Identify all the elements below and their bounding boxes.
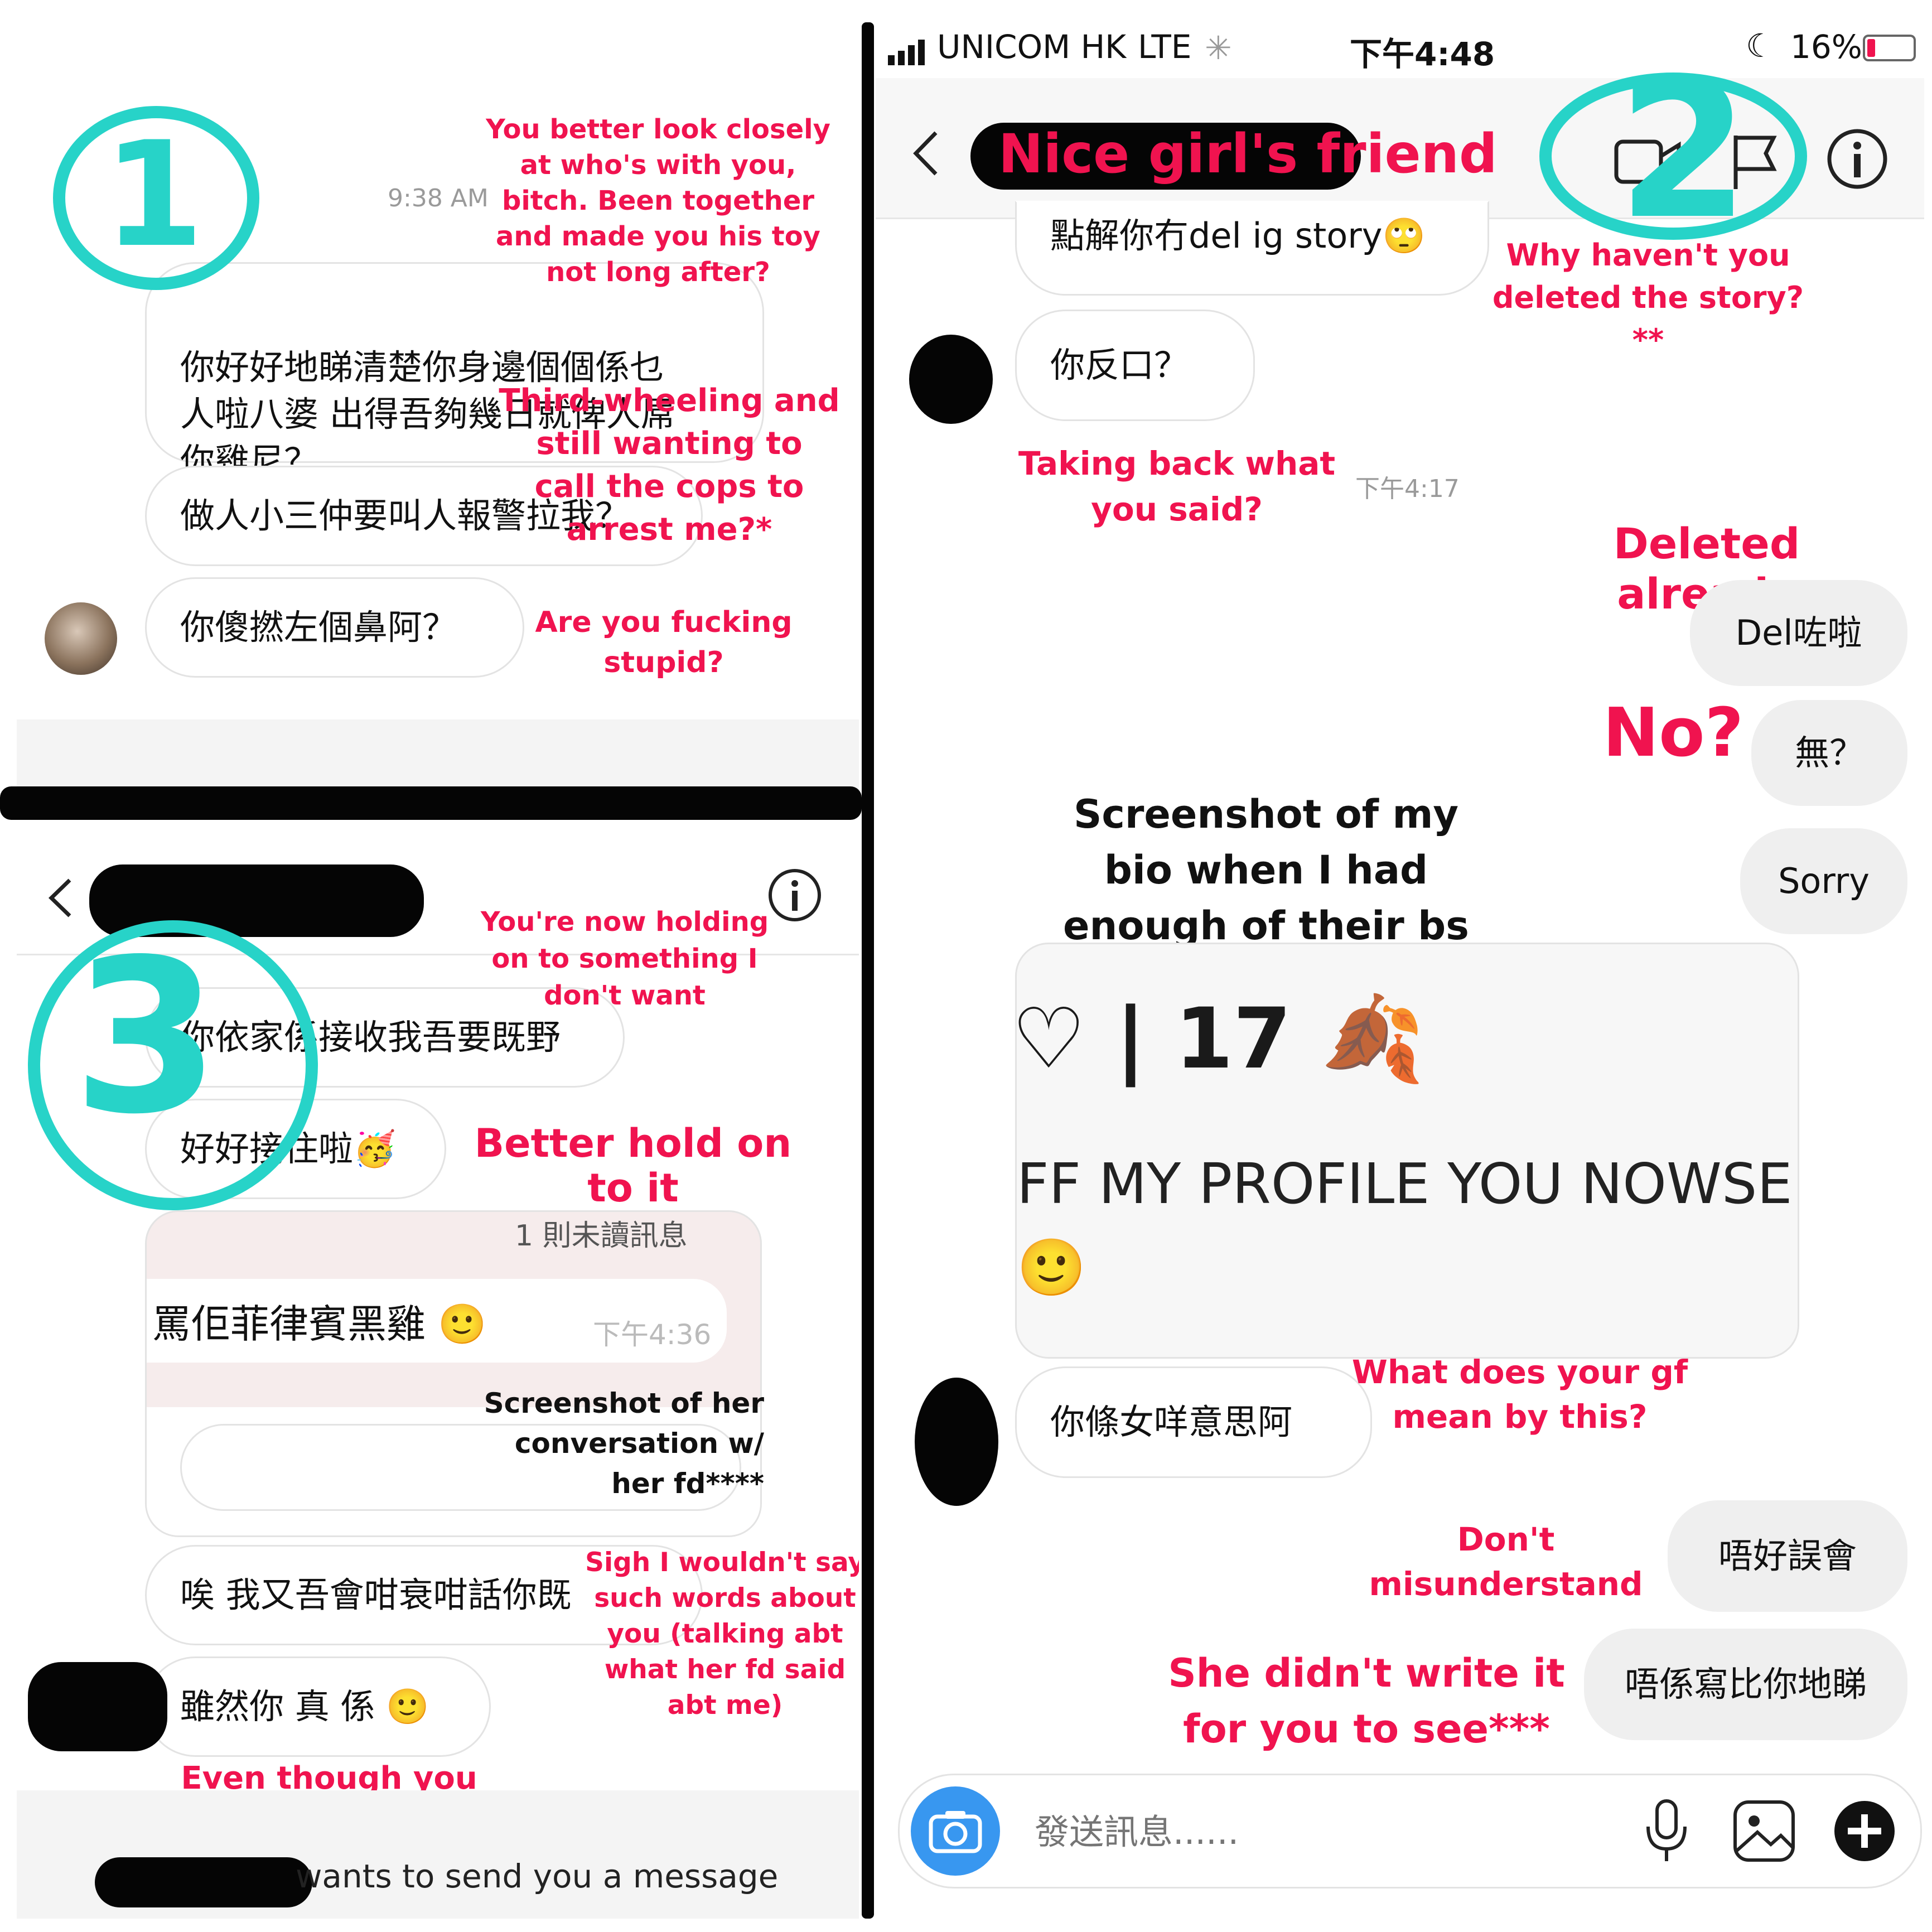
signal-icon xyxy=(887,36,931,65)
panel-number-2: 2 xyxy=(1617,40,1750,261)
divider-horizontal xyxy=(0,786,862,820)
embedded-message: 罵佢菲律賓黑雞 🙂 下午4:36 xyxy=(147,1279,727,1363)
message-text: 唔係寫比你地睇 xyxy=(1624,1664,1867,1704)
microphone-icon[interactable] xyxy=(1636,1798,1697,1865)
message-input[interactable] xyxy=(1033,1803,1621,1860)
message-text: 你傻撚左個鼻阿？ xyxy=(180,607,457,648)
annotation-screenshot-her: Screenshot of her conversation w/ her fd… xyxy=(484,1387,764,1500)
embedded-message-text: 罵佢菲律賓黑雞 🙂 xyxy=(152,1301,487,1347)
loading-spinner-icon: ✳ xyxy=(1205,29,1232,67)
panel-2-chat: UNICOM HK LTE ✳ 下午4:48 ☾ 16% Nice girl's… xyxy=(876,17,1924,1919)
message-bubble-5[interactable]: Sorry xyxy=(1740,828,1907,934)
message-text: Del咗啦 xyxy=(1735,612,1862,653)
message-bubble-4[interactable]: 雖然你 真 係 🙂 xyxy=(145,1656,491,1757)
annotation-translation-3: Are you fucking stupid? xyxy=(535,606,793,679)
bio-line-3: 🙂 xyxy=(1017,1235,1086,1300)
message-timestamp: 下午4:17 xyxy=(1355,475,1460,503)
message-text: 你反口？ xyxy=(1050,345,1189,385)
annotation-taking-back: Taking back what you said? xyxy=(1018,445,1336,528)
plus-icon[interactable] xyxy=(1831,1798,1898,1865)
annotation-she-didnt-write: She didn't write it for you to see*** xyxy=(1168,1650,1565,1752)
annotation-translation-sigh: Sigh I wouldn't say such words about you… xyxy=(585,1547,859,1721)
annotation-dont-misunderstand: Don't misunderstand xyxy=(1369,1520,1643,1603)
message-bubble-2[interactable]: 你反口？ xyxy=(1015,310,1255,421)
back-icon[interactable] xyxy=(909,128,943,178)
annotation-translation-1: You better look closely at who's with yo… xyxy=(486,114,830,288)
clock: 下午4:48 xyxy=(1350,35,1495,73)
bio-line-1: ♡ | 17 🍂 xyxy=(1015,991,1425,1088)
annotation-translation-hold-on: Better hold on to it xyxy=(474,1120,792,1211)
message-text: Sorry xyxy=(1778,861,1870,901)
annotation-translation-2: Third-wheeling and still wanting to call… xyxy=(499,383,840,548)
annotation-what-does-gf-mean: What does your gf mean by this? xyxy=(1351,1353,1688,1436)
unread-header: 1 則未讀訊息 xyxy=(515,1219,688,1253)
bio-line-2: FF MY PROFILE YOU NOWSE xyxy=(1017,1151,1793,1216)
message-bubble-1[interactable]: 點解你冇del ig story🙄 xyxy=(1015,201,1489,296)
panel-number-1: 1 xyxy=(103,111,204,279)
message-bubble-3[interactable]: Del咗啦 xyxy=(1690,580,1907,686)
message-text: 雖然你 真 係 🙂 xyxy=(180,1686,429,1727)
info-icon[interactable] xyxy=(1824,125,1891,192)
message-text: 唉 我又吾會咁衰咁話你既 xyxy=(180,1574,572,1615)
camera-icon xyxy=(929,1811,982,1853)
redacted-requester-name xyxy=(95,1857,312,1907)
divider-vertical xyxy=(862,22,874,1919)
embedded-message-time: 下午4:36 xyxy=(593,1318,712,1351)
message-bubble-6[interactable]: 你條女咩意思阿 xyxy=(1015,1366,1372,1478)
do-not-disturb-icon: ☾ xyxy=(1746,27,1775,65)
status-bar: UNICOM HK LTE ✳ 下午4:48 ☾ 16% xyxy=(876,17,1924,78)
chat-title[interactable]: Nice girl's friend xyxy=(998,123,1498,185)
avatar[interactable] xyxy=(45,602,117,675)
annotation-no: No? xyxy=(1602,694,1744,772)
camera-button[interactable] xyxy=(911,1786,1000,1876)
annotation-why-havent: Why haven't you deleted the story? ** xyxy=(1492,238,1804,358)
gallery-icon[interactable] xyxy=(1731,1798,1798,1865)
message-text: 唔好誤會 xyxy=(1718,1535,1857,1576)
panel-3-chat: 你依家係接收我吾要既野 好好接住啦🥳 1 則未讀訊息 罵佢菲律賓黑雞 🙂 下午4… xyxy=(17,820,859,1919)
annotation-bio-screenshot: Screenshot of my bio when I had enough o… xyxy=(1063,791,1469,949)
message-text: 無？ xyxy=(1794,732,1864,773)
message-bubble-3[interactable]: 你傻撚左個鼻阿？ xyxy=(145,577,524,678)
redacted-avatar xyxy=(909,335,993,424)
annotation-translation-holding: You're now holding on to something I don… xyxy=(480,906,769,1011)
panel-number-3: 3 xyxy=(73,914,220,1161)
message-request-text: wants to send you a message xyxy=(296,1857,779,1895)
message-composer[interactable] xyxy=(898,1774,1922,1888)
redacted-avatar xyxy=(915,1378,998,1506)
message-bubble-7[interactable]: 唔好誤會 xyxy=(1668,1500,1907,1612)
message-text: 點解你冇del ig story🙄 xyxy=(1050,215,1426,256)
message-bubble-4[interactable]: 無？ xyxy=(1751,700,1907,806)
redacted-avatar xyxy=(28,1662,167,1751)
network-type: LTE xyxy=(1138,28,1192,66)
message-text: 你條女咩意思阿 xyxy=(1050,1402,1293,1442)
chat-header: Nice girl's friend 2 xyxy=(876,56,1924,245)
message-bubble-8[interactable]: 唔係寫比你地睇 xyxy=(1584,1629,1907,1740)
carrier-name: UNICOM HK xyxy=(937,28,1127,66)
panel-bottom-bar xyxy=(17,719,859,798)
battery-icon xyxy=(1863,35,1916,61)
panel-1-chat: 9:38 AM 你好好地睇清楚你身邊個個係乜 人啦八婆 出得吾夠幾日就俾人屌 你… xyxy=(17,17,859,798)
battery-percent: 16% xyxy=(1790,28,1862,66)
bio-screenshot-shared[interactable]: ♡ | 17 🍂 FF MY PROFILE YOU NOWSE 🙂 xyxy=(1015,943,1799,1359)
